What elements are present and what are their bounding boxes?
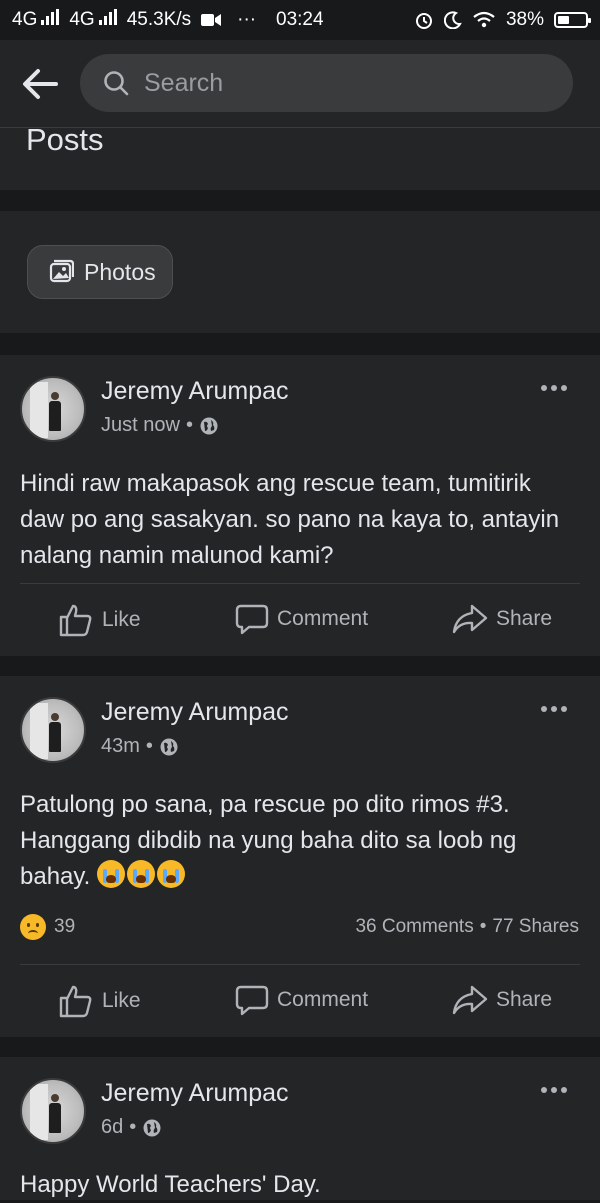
more-notifications: ··· <box>237 9 257 30</box>
more-options-icon[interactable] <box>538 699 570 719</box>
crying-emoji-icon <box>126 860 155 888</box>
post-meta: 6d • <box>101 1116 162 1139</box>
like-label: Like <box>102 989 141 1012</box>
comment-icon <box>235 604 269 635</box>
sad-reaction-icon <box>20 914 46 940</box>
post-text: Patulong po sana, pa rescue po dito rimo… <box>20 787 580 895</box>
comment-button[interactable]: Comment <box>235 603 368 635</box>
divider <box>20 583 580 584</box>
page-title: Posts <box>26 122 104 157</box>
back-arrow-icon[interactable] <box>18 62 62 106</box>
network-label: 4G <box>12 9 60 31</box>
thumbs-up-icon <box>59 604 92 637</box>
status-bar: 4G 4G 45.3K/s ··· 03:24 38% <box>0 0 600 40</box>
comment-button[interactable]: Comment <box>235 984 368 1016</box>
moon-icon <box>443 11 462 29</box>
share-icon <box>452 604 488 634</box>
divider <box>20 964 580 965</box>
status-left: 4G 4G 45.3K/s ··· <box>12 9 256 31</box>
share-button[interactable]: Share <box>452 984 552 1016</box>
network-label: 4G <box>69 9 117 31</box>
network-speed: 45.3K/s <box>126 9 192 30</box>
reaction-count: 39 <box>54 916 76 937</box>
clock: 03:24 <box>276 9 324 30</box>
signal-icon <box>41 9 60 25</box>
reactions-summary[interactable]: 39 <box>20 914 75 940</box>
engagement-stats: 36 Comments • 77 Shares <box>355 916 579 938</box>
post-meta: Just now • <box>101 414 219 437</box>
photos-filter-button[interactable]: Photos <box>27 245 173 299</box>
search-bar[interactable] <box>80 54 573 112</box>
post-time[interactable]: 43m <box>101 735 140 758</box>
post-author[interactable]: Jeremy Arumpac <box>101 1079 289 1108</box>
globe-icon <box>200 417 218 434</box>
share-icon <box>452 985 488 1015</box>
post-text-body: Patulong po sana, pa rescue po dito rimo… <box>20 791 517 890</box>
photos-icon <box>49 259 74 283</box>
post-time[interactable]: Just now <box>101 414 180 437</box>
crying-emoji-icon <box>156 860 185 888</box>
avatar[interactable] <box>20 1078 86 1144</box>
signal-icon <box>98 9 117 25</box>
battery-icon <box>554 12 591 28</box>
top-bar <box>0 40 600 128</box>
status-right: 38% <box>414 9 591 31</box>
post-author[interactable]: Jeremy Arumpac <box>101 698 289 727</box>
avatar[interactable] <box>20 697 86 763</box>
post-author[interactable]: Jeremy Arumpac <box>101 377 289 406</box>
share-button[interactable]: Share <box>452 603 552 635</box>
post-card: Jeremy Arumpac Just now • Hindi raw makap… <box>0 355 600 656</box>
more-options-icon[interactable] <box>538 1080 570 1100</box>
post-card: Jeremy Arumpac 43m • Patulong po sana, pa… <box>0 676 600 1037</box>
share-label: Share <box>496 607 553 630</box>
like-button[interactable]: Like <box>58 984 141 1018</box>
post-meta: 43m • <box>101 735 179 758</box>
like-label: Like <box>102 608 141 631</box>
comment-label: Comment <box>277 607 369 630</box>
post-time[interactable]: 6d <box>101 1116 123 1139</box>
post-text: Happy World Teachers' Day. <box>20 1171 321 1198</box>
alarm-icon <box>415 13 432 29</box>
video-record-icon <box>201 14 222 26</box>
comment-label: Comment <box>277 988 369 1011</box>
search-icon <box>104 71 129 96</box>
avatar[interactable] <box>20 376 86 442</box>
globe-icon <box>143 1119 161 1136</box>
filter-card: Photos <box>0 211 600 333</box>
like-button[interactable]: Like <box>58 603 141 637</box>
share-label: Share <box>496 988 553 1011</box>
search-input[interactable] <box>142 67 526 99</box>
wifi-icon <box>473 11 495 28</box>
more-options-icon[interactable] <box>538 378 570 398</box>
battery-percent: 38% <box>505 9 544 30</box>
post-card: Jeremy Arumpac 6d • Happy World Teachers'… <box>0 1057 600 1200</box>
photos-filter-label: Photos <box>84 258 156 285</box>
shares-count[interactable]: 77 Shares <box>492 916 579 938</box>
comments-count[interactable]: 36 Comments <box>355 916 473 938</box>
comment-icon <box>235 985 269 1016</box>
posts-header: Posts <box>0 122 600 190</box>
post-text: Hindi raw makapasok ang rescue team, tum… <box>20 470 560 569</box>
crying-emoji-icon <box>96 860 125 888</box>
thumbs-up-icon <box>59 985 92 1018</box>
globe-icon <box>160 738 178 755</box>
